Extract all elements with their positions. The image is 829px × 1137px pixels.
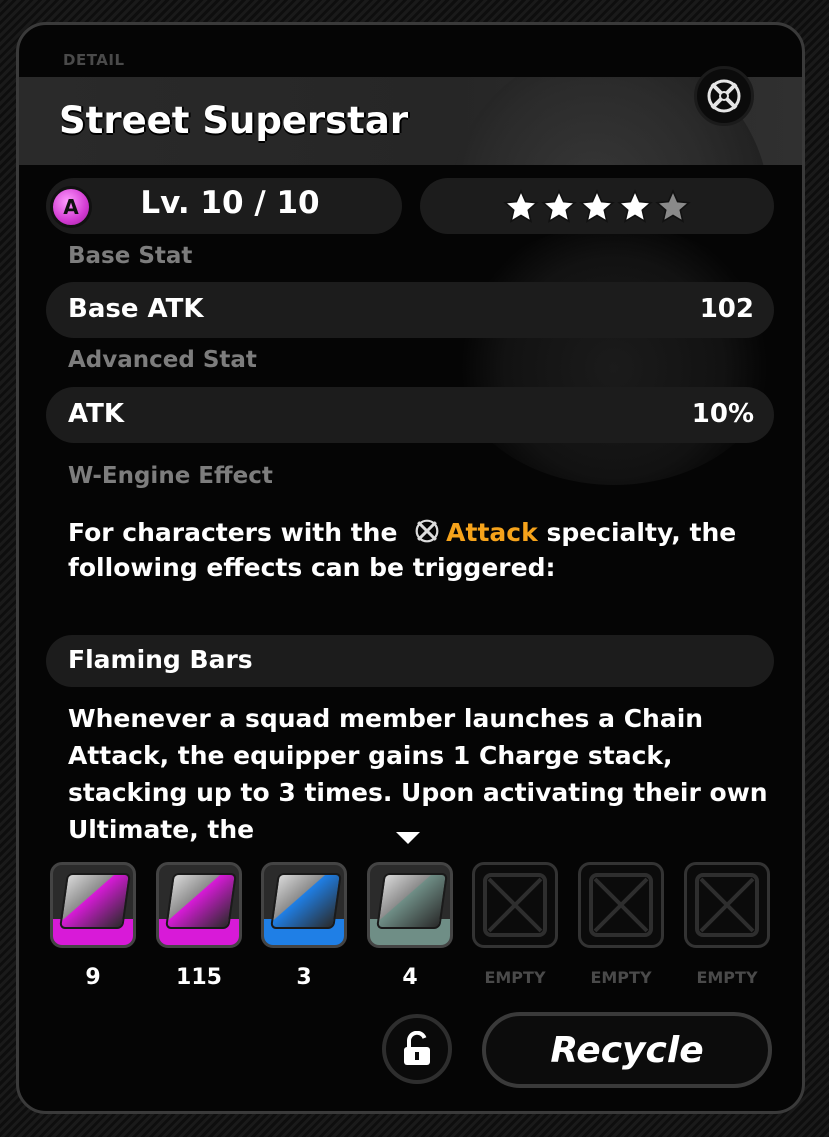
page-title: Street Superstar — [59, 99, 409, 142]
title-bar: Street Superstar — [19, 77, 802, 165]
slot-count: EMPTY — [590, 968, 652, 987]
effect-intro: For characters with the Attack specialty… — [68, 515, 768, 585]
slot-count: 3 — [296, 965, 312, 990]
slot-count: EMPTY — [484, 968, 546, 987]
disc-slot[interactable] — [261, 862, 347, 948]
recycle-label: Recycle — [550, 1029, 704, 1071]
unlock-icon — [404, 1031, 430, 1065]
advanced-stat-value: 10% — [691, 399, 754, 429]
effect-name: Flaming Bars — [68, 645, 253, 674]
disc-slot[interactable] — [156, 862, 242, 948]
advanced-stat-name: ATK — [68, 399, 124, 429]
empty-slot[interactable] — [578, 862, 664, 948]
base-stat-value: 102 — [699, 294, 754, 324]
specialty-name: Attack — [446, 518, 538, 547]
recycle-button[interactable]: Recycle — [482, 1012, 772, 1088]
slot-count: 9 — [85, 965, 101, 990]
effect-description: Whenever a squad member launches a Chain… — [68, 704, 768, 844]
star-empty-icon — [654, 189, 691, 223]
scroll-down-icon[interactable] — [396, 832, 420, 844]
star-filled-icon — [502, 189, 539, 223]
grey-chip-icon — [376, 873, 448, 929]
effect-intro-before: For characters with the — [68, 518, 398, 547]
base-stat-name: Base ATK — [68, 294, 204, 324]
pink-chip-icon — [165, 873, 237, 929]
slot-count: 115 — [176, 965, 222, 990]
slot-count: 4 — [402, 965, 418, 990]
specialty-button[interactable] — [694, 66, 754, 126]
base-stat-label: Base Stat — [68, 243, 193, 269]
empty-slot-icon — [483, 873, 547, 937]
star-filled-icon — [540, 189, 577, 223]
blue-chip-icon — [270, 873, 342, 929]
slot-count: EMPTY — [696, 968, 758, 987]
background-emblem — [449, 225, 779, 485]
advanced-stat-label: Advanced Stat — [68, 347, 257, 373]
star-filled-icon — [578, 189, 615, 223]
section-label: DETAIL — [63, 51, 125, 69]
disc-slot[interactable] — [50, 862, 136, 948]
effect-label: W-Engine Effect — [68, 463, 273, 489]
empty-slot-icon — [695, 873, 759, 937]
advanced-stat-row — [46, 387, 774, 443]
lock-button[interactable] — [382, 1014, 452, 1084]
attack-icon — [415, 519, 439, 543]
level-text: Lv. 10 / 10 — [140, 185, 320, 221]
star-filled-icon — [616, 189, 653, 223]
empty-slot[interactable] — [472, 862, 558, 948]
cross-chip-icon — [59, 873, 131, 929]
effect-description-scroll[interactable]: Whenever a squad member launches a Chain… — [0, 700, 783, 845]
star-rating — [420, 184, 773, 230]
empty-slot-icon — [589, 873, 653, 937]
empty-slot[interactable] — [684, 862, 770, 948]
attack-specialty-icon — [707, 79, 741, 113]
disc-slot[interactable] — [367, 862, 453, 948]
